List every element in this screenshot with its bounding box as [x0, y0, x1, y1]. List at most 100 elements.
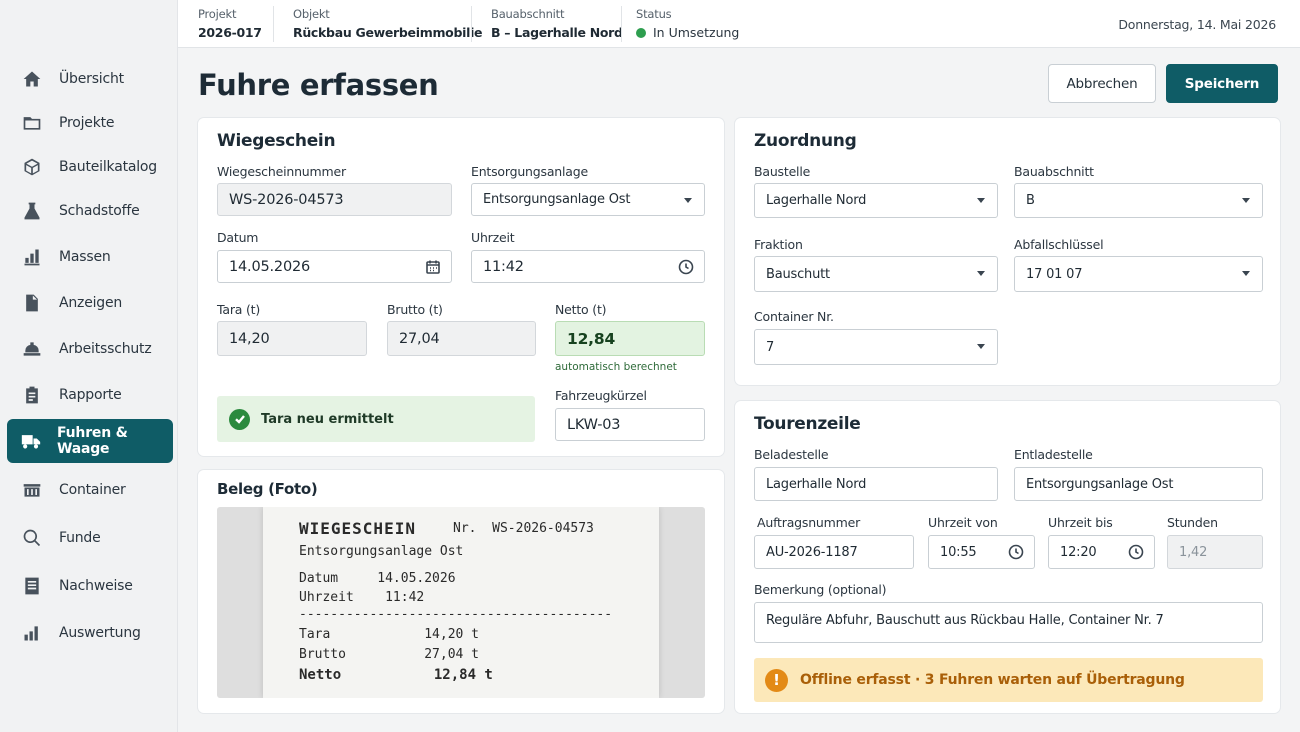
- facility-select[interactable]: Entsorgungsanlage Ost: [471, 183, 705, 216]
- wiegeschein-title: Wiegeschein: [217, 131, 336, 151]
- calendar-icon[interactable]: [425, 259, 441, 275]
- document-icon: [21, 292, 43, 314]
- sidebar-item-label: Massen: [59, 249, 111, 265]
- divider: [471, 6, 472, 42]
- vehicle-field[interactable]: LKW-03: [555, 408, 705, 441]
- sidebar-item-arbeitsschutz[interactable]: Arbeitsschutz: [7, 327, 173, 371]
- chevron-down-icon: [684, 198, 692, 203]
- time-label: Uhrzeit: [471, 230, 515, 245]
- receipt-tara: Tara 14,20 t: [299, 627, 480, 642]
- section-select[interactable]: B: [1014, 183, 1263, 218]
- object-value: Rückbau Gewerbeimmobilie: [293, 25, 483, 40]
- helmet-icon: [21, 338, 43, 360]
- site-value: Lagerhalle Nord: [766, 193, 867, 208]
- sidebar-item-massen[interactable]: Massen: [7, 235, 173, 279]
- sidebar-item-funde[interactable]: Funde: [7, 516, 173, 560]
- sidebar-item-label: Auswertung: [59, 625, 141, 641]
- cube-icon: [21, 156, 43, 178]
- wiegeschein-number-field[interactable]: WS-2026-04573: [217, 183, 452, 216]
- sidebar-item-label: Schadstoffe: [59, 203, 140, 219]
- truck-icon: [21, 430, 41, 452]
- folder-icon: [21, 112, 43, 134]
- load-label: Beladestelle: [754, 447, 829, 462]
- note-value: Reguläre Abfuhr, Bauschutt aus Rückbau H…: [766, 613, 1164, 628]
- sidebar-item-auswertung[interactable]: Auswertung: [7, 611, 173, 655]
- brutto-label: Brutto (t): [387, 302, 443, 317]
- tourenzeile-title: Tourenzeile: [754, 414, 861, 434]
- divider: [621, 6, 622, 42]
- brutto-field[interactable]: 27,04: [387, 321, 536, 356]
- time-value: 11:42: [483, 258, 524, 275]
- netto-hint: automatisch berechnet: [555, 361, 677, 373]
- status-dot-icon: [636, 28, 646, 38]
- tara-field[interactable]: 14,20: [217, 321, 367, 356]
- receipt-time: Uhrzeit 11:42: [299, 590, 425, 605]
- date-field[interactable]: 14.05.2026: [217, 250, 452, 283]
- sidebar-item-nachweise[interactable]: Nachweise: [7, 564, 173, 608]
- chevron-down-icon: [977, 271, 985, 276]
- sidebar-item-uebersicht[interactable]: Übersicht: [7, 57, 173, 101]
- unload-label: Entladestelle: [1014, 447, 1093, 462]
- chevron-down-icon: [977, 198, 985, 203]
- sidebar-item-bauteilkatalog[interactable]: Bauteilkatalog: [7, 145, 173, 189]
- clock-icon[interactable]: [678, 259, 694, 275]
- note-field[interactable]: Reguläre Abfuhr, Bauschutt aus Rückbau H…: [754, 602, 1263, 643]
- sidebar-item-label: Übersicht: [59, 71, 124, 87]
- time-field[interactable]: 11:42: [471, 250, 705, 283]
- sidebar-item-label: Projekte: [59, 115, 115, 131]
- sidebar-item-rapporte[interactable]: Rapporte: [7, 373, 173, 417]
- order-field[interactable]: AU-2026-1187: [754, 535, 914, 569]
- status-info: Status In Umsetzung: [636, 7, 739, 40]
- to-time-field[interactable]: 12:20: [1048, 535, 1155, 569]
- brutto-value: 27,04: [399, 330, 440, 347]
- load-value: Lagerhalle Nord: [766, 476, 867, 492]
- clipboard-icon: [21, 384, 43, 406]
- sidebar-item-label: Anzeigen: [59, 295, 123, 311]
- sidebar-item-projekte[interactable]: Projekte: [7, 101, 173, 145]
- load-field[interactable]: Lagerhalle Nord: [754, 467, 998, 501]
- from-time-value: 10:55: [940, 544, 977, 560]
- vehicle-value: LKW-03: [567, 416, 621, 433]
- object-info: Objekt Rückbau Gewerbeimmobilie: [293, 7, 483, 40]
- unload-field[interactable]: Entsorgungsanlage Ost: [1014, 467, 1263, 501]
- fraction-select[interactable]: Bauschutt: [754, 256, 998, 292]
- receipt-number: Nr. WS-2026-04573: [453, 521, 594, 536]
- clock-icon[interactable]: [1128, 544, 1144, 560]
- fraction-label: Fraktion: [754, 237, 803, 252]
- sidebar-item-label: Bauteilkatalog: [59, 159, 157, 175]
- beleg-title: Beleg (Foto): [217, 480, 318, 498]
- netto-label: Netto (t): [555, 302, 607, 317]
- receipt-heading: WIEGESCHEIN: [299, 519, 416, 538]
- sidebar-item-container[interactable]: Container: [7, 468, 173, 512]
- chevron-down-icon: [1242, 271, 1250, 276]
- home-icon: [21, 68, 43, 90]
- waste-key-value: 17 01 07: [1026, 266, 1083, 282]
- sidebar-item-label: Arbeitsschutz: [59, 341, 152, 357]
- facility-value: Entsorgungsanlage Ost: [483, 192, 631, 207]
- hours-value: 1,42: [1179, 544, 1208, 560]
- clock-icon[interactable]: [1008, 544, 1024, 560]
- hours-field: 1,42: [1167, 535, 1263, 569]
- save-button[interactable]: Speichern: [1166, 64, 1278, 103]
- project-value: 2026-017: [198, 25, 262, 40]
- tara-success-alert: Tara neu ermittelt: [217, 396, 535, 442]
- receipt-photo[interactable]: WIEGESCHEIN Nr. WS-2026-04573 Entsorgung…: [217, 507, 705, 698]
- site-select[interactable]: Lagerhalle Nord: [754, 183, 998, 218]
- sidebar-item-fuhren-waage[interactable]: Fuhren & Waage: [7, 419, 173, 463]
- chevron-down-icon: [977, 344, 985, 349]
- note-label: Bemerkung (optional): [754, 582, 887, 597]
- wiegeschein-number-label: Wiegescheinnummer: [217, 164, 346, 179]
- netto-field: 12,84: [555, 321, 705, 356]
- wiegeschein-number-value: WS-2026-04573: [229, 191, 344, 208]
- container-select[interactable]: 7: [754, 329, 998, 365]
- date-value: 14.05.2026: [229, 258, 311, 275]
- to-time-label: Uhrzeit bis: [1048, 515, 1113, 530]
- section-label: Bauabschnitt: [1014, 164, 1094, 179]
- sidebar-item-label: Funde: [59, 530, 101, 546]
- sidebar-item-schadstoffe[interactable]: Schadstoffe: [7, 189, 173, 233]
- cancel-button[interactable]: Abbrechen: [1048, 64, 1156, 103]
- waste-key-select[interactable]: 17 01 07: [1014, 256, 1263, 292]
- from-time-field[interactable]: 10:55: [928, 535, 1035, 569]
- page-title: Fuhre erfassen: [198, 68, 439, 102]
- sidebar-item-anzeigen[interactable]: Anzeigen: [7, 281, 173, 325]
